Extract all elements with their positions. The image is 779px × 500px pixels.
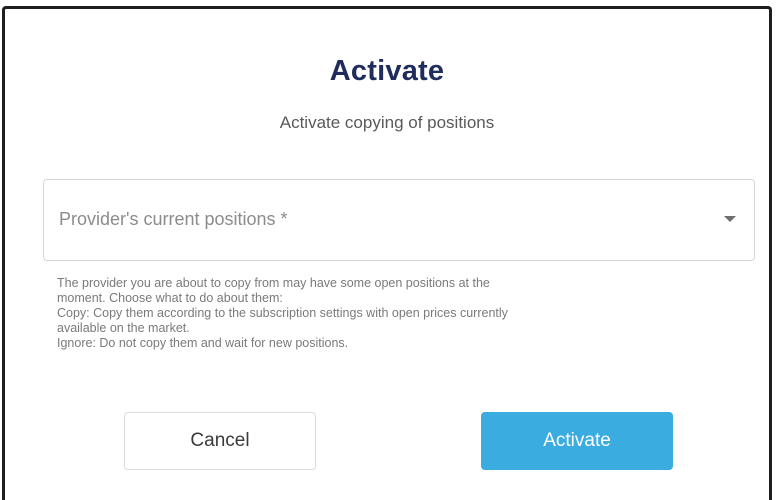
current-positions-select[interactable]: Provider's current positions * (43, 179, 755, 261)
help-line: Copy: Copy them according to the subscri… (57, 306, 508, 320)
activate-dialog: Activate Activate copying of positions P… (2, 6, 772, 500)
select-placeholder: Provider's current positions * (59, 209, 288, 229)
help-line: The provider you are about to copy from … (57, 276, 490, 290)
dialog-subtitle: Activate copying of positions (279, 113, 495, 132)
help-line: available on the market. (57, 321, 190, 335)
cancel-button[interactable]: Cancel (124, 412, 316, 470)
positions-help-text: The provider you are about to copy from … (57, 276, 737, 351)
chevron-down-icon[interactable] (724, 216, 736, 222)
activate-button[interactable]: Activate (481, 412, 673, 470)
help-line: moment. Choose what to do about them: (57, 291, 283, 305)
dialog-title: Activate (329, 55, 445, 87)
help-line: Ignore: Do not copy them and wait for ne… (57, 336, 349, 350)
